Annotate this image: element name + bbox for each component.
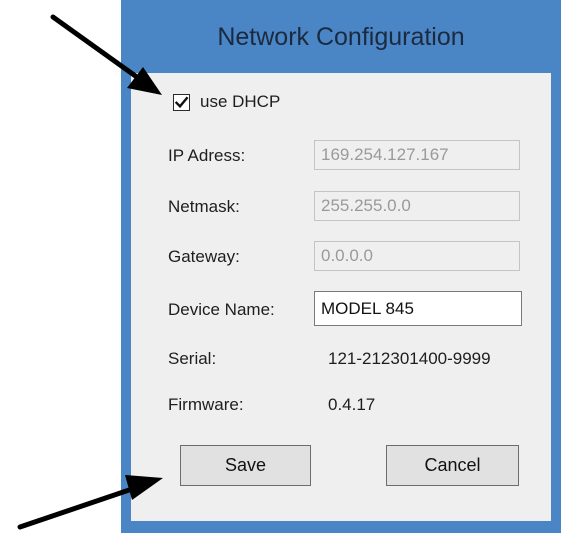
gateway-field[interactable]: 0.0.0.0 (314, 241, 520, 271)
window-title: Network Configuration (217, 22, 465, 51)
netmask-label: Netmask: (168, 197, 240, 216)
serial-value: 121-212301400-9999 (328, 349, 491, 368)
use-dhcp-label[interactable]: use DHCP (200, 92, 280, 112)
device-name-label: Device Name: (168, 300, 275, 319)
save-button[interactable]: Save (180, 445, 311, 486)
ip-address-label: IP Adress: (168, 146, 246, 165)
netmask-field[interactable]: 255.255.0.0 (314, 191, 520, 221)
serial-label: Serial: (168, 349, 217, 368)
cancel-button[interactable]: Cancel (386, 445, 519, 486)
network-configuration-window: Network Configuration use DHCP IP Adress… (121, 0, 561, 533)
dialog-body: use DHCP IP Adress: 169.254.127.167 Netm… (131, 73, 551, 521)
firmware-label: Firmware: (168, 395, 244, 414)
firmware-value: 0.4.17 (328, 395, 376, 414)
device-name-input[interactable]: MODEL 845 (314, 291, 522, 326)
gateway-label: Gateway: (168, 247, 240, 266)
use-dhcp-checkbox[interactable] (173, 94, 190, 111)
checkmark-icon (174, 96, 189, 109)
ip-address-field[interactable]: 169.254.127.167 (314, 140, 520, 170)
